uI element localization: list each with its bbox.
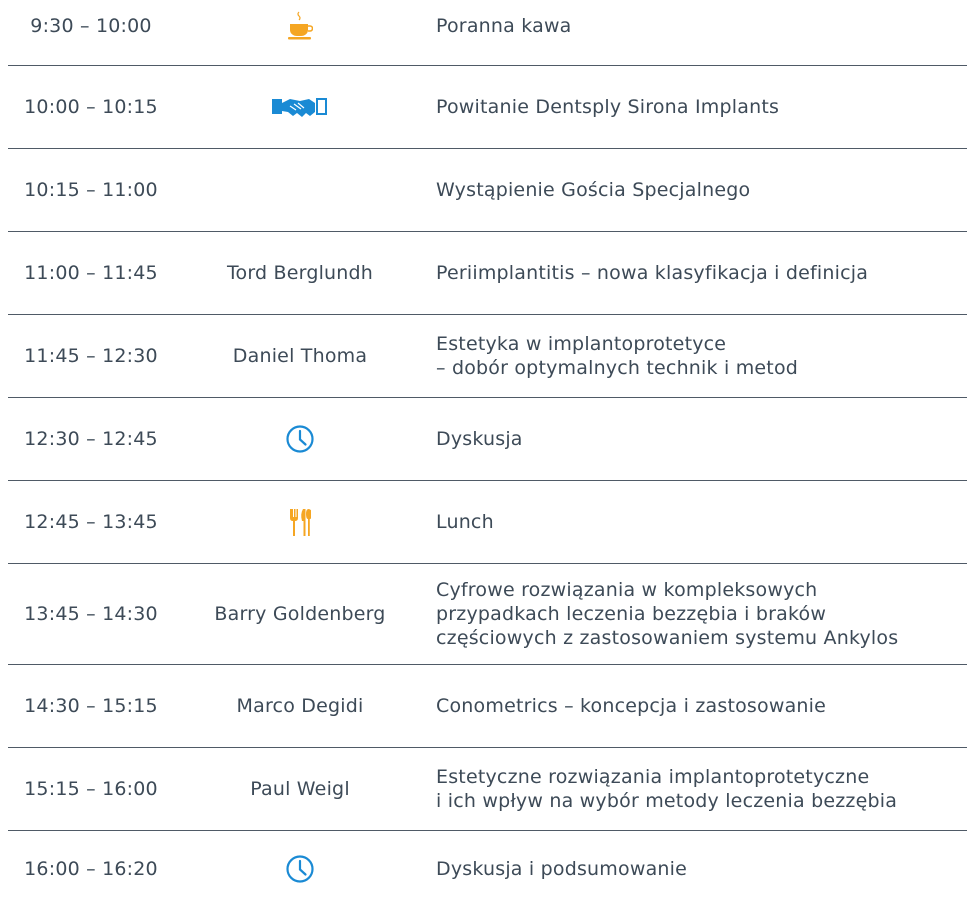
session-topic: Conometrics – koncepcja i zastosowanie [436,664,966,747]
row-divider [8,480,967,481]
topic-line: Periimplantitis – nowa klasyfikacja i de… [436,261,869,284]
speaker-name: Barry Goldenberg [214,602,386,625]
time-slot: 13:45 – 14:30 [24,602,158,625]
speaker-name: Paul Weigl [250,777,350,800]
speaker-name: Marco Degidi [236,694,364,717]
session-icon-cell [196,65,404,148]
fork-knife-icon [289,507,311,537]
speaker-name [196,148,404,231]
topic-line: Estetyczne rozwiązania implantoprotetycz… [436,765,870,788]
row-divider [8,65,967,66]
row-divider [8,314,967,315]
time-slot: 11:00 – 11:45 [24,261,158,284]
handshake-icon [272,94,328,120]
session-icon-cell [196,830,404,908]
agenda-row: 15:15 – 16:00 Paul Weigl Estetyczne rozwią… [0,747,971,830]
time-slot: 12:45 – 13:45 [24,510,158,533]
session-topic: Dyskusja [436,397,966,480]
time-slot: 10:00 – 10:15 [24,95,158,118]
session-icon-cell [196,397,404,480]
agenda-row: 10:15 – 11:00 Wystąpienie Gościa Specjaln… [0,148,971,231]
topic-line: Wystąpienie Gościa Specjalnego [436,178,751,201]
topic-line: Cyfrowe rozwiązania w kompleksowych [436,578,818,601]
session-icon-cell [196,0,404,52]
row-divider [8,397,967,398]
topic-line: Poranna kawa [436,15,572,37]
agenda-row: 11:45 – 12:30 Daniel Thoma Estetyka w impl… [0,314,971,397]
session-topic: Powitanie Dentsply Sirona Implants [436,65,966,148]
topic-line: Dyskusja i podsumowanie [436,858,688,880]
topic-line: częściowych z zastosowaniem systemu Anky… [436,626,899,649]
topic-line: Lunch [436,510,494,533]
time-slot: 16:00 – 16:20 [24,858,158,880]
session-topic: Estetyczne rozwiązania implantoprotetycz… [436,747,966,830]
topic-line: – dobór optymalnych technik i metod [436,356,799,379]
topic-line: i ich wpływ na wybór metody leczenia bez… [436,789,898,812]
session-topic: Estetyka w implantoprotetyce – dobór opty… [436,314,966,397]
time-slot: 14:30 – 15:15 [24,694,158,717]
agenda-row: 12:45 – 13:45 Lunch [0,480,971,563]
row-divider [8,563,967,564]
agenda-row: 14:30 – 15:15 Marco Degidi Conometrics – k… [0,664,971,747]
session-topic: Lunch [436,480,966,563]
agenda-row: 13:45 – 14:30 Barry Goldenberg Cyfrowe roz… [0,563,971,664]
topic-line: Conometrics – koncepcja i zastosowanie [436,694,827,717]
coffee-cup-icon [287,11,313,41]
agenda-row: 10:00 – 10:15 Powitanie Dentsply Sirona I… [0,65,971,148]
speaker-name: Tord Berglundh [226,261,374,284]
row-divider [8,231,967,232]
clock-icon [285,854,315,884]
topic-line: Estetyka w implantoprotetyce [436,332,727,355]
time-slot: 11:45 – 12:30 [24,344,158,367]
agenda-row: 16:00 – 16:20 Dyskusja i podsumowanie [0,830,971,908]
session-topic: Wystąpienie Gościa Specjalnego [436,148,966,231]
row-divider [8,664,967,665]
row-divider [8,747,967,748]
agenda-row: 11:00 – 11:45 Tord Berglundh Periimplantit… [0,231,971,314]
topic-line: Powitanie Dentsply Sirona Implants [436,95,780,118]
session-topic: Dyskusja i podsumowanie [436,830,966,908]
session-topic: Cyfrowe rozwiązania w kompleksowych przyp… [436,563,966,664]
agenda-row: 12:30 – 12:45 Dyskusja [0,397,971,480]
row-divider [8,830,967,831]
topic-line: przypadkach leczenia bezzębia i braków [436,602,827,625]
session-icon-cell [196,480,404,563]
time-slot: 12:30 – 12:45 [24,427,158,450]
agenda-row: 9:30 – 10:00 Poranna kawa [0,0,971,52]
session-topic: Periimplantitis – nowa klasyfikacja i de… [436,231,966,314]
speaker-name: Daniel Thoma [232,344,368,367]
time-slot: 9:30 – 10:00 [30,15,152,37]
row-divider [8,148,967,149]
clock-icon [285,424,315,454]
session-topic: Poranna kawa [436,0,966,52]
time-slot: 15:15 – 16:00 [24,777,158,800]
time-slot: 10:15 – 11:00 [24,178,158,201]
topic-line: Dyskusja [436,427,523,450]
